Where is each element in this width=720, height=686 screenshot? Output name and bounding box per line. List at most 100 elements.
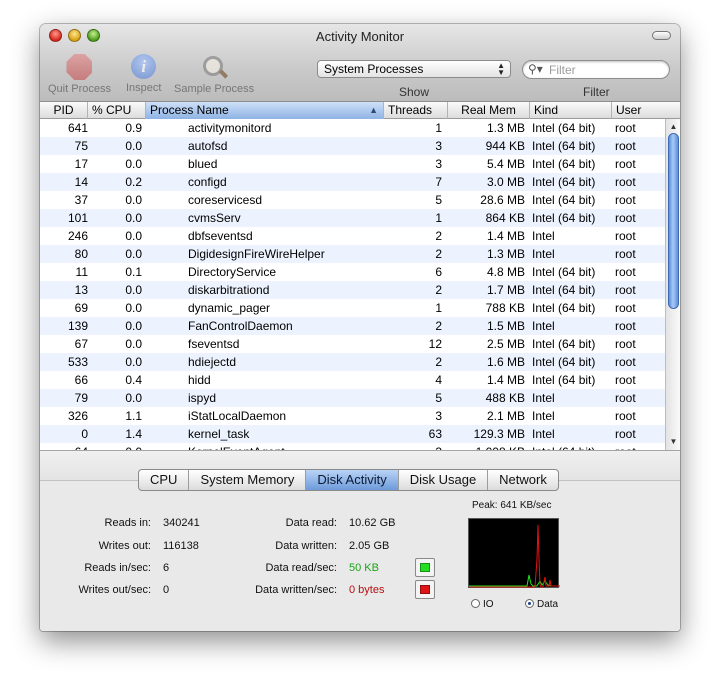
scroll-thumb[interactable]: [668, 133, 679, 309]
data-radio-icon[interactable]: [525, 599, 534, 608]
cell-mem: 5.4 MB: [486, 157, 525, 171]
column-header-real-mem[interactable]: Real Mem: [448, 102, 530, 119]
cell-mem: 1.7 MB: [486, 283, 525, 297]
cell-mem: 1.5 MB: [486, 319, 525, 333]
table-row[interactable]: 80 0.0 DigidesignFireWireHelper 2 1.3 MB Inte…: [40, 245, 665, 263]
read-color-swatch[interactable]: [415, 558, 435, 577]
table-row[interactable]: 14 0.2 configd 7 3.0 MB Intel (64 bit) root: [40, 173, 665, 191]
cell-cpu: 0.0: [125, 391, 142, 405]
table-row[interactable]: 17 0.0 blued 3 5.4 MB Intel (64 bit) root: [40, 155, 665, 173]
cell-cpu: 0.0: [125, 139, 142, 153]
sample-process-label: Sample Process: [174, 83, 255, 95]
toolbar-toggle-button[interactable]: [652, 31, 671, 40]
data-read-label: Data read:: [285, 517, 337, 529]
search-icon: ⚲▾: [528, 62, 543, 76]
cell-mem: 788 KB: [485, 301, 525, 315]
cell-cpu: 0.0: [88, 443, 142, 450]
table-row[interactable]: 0 1.4 kernel_task 63 129.3 MB Intel root: [40, 425, 665, 443]
cell-cpu: 0.1: [125, 265, 142, 279]
table-row[interactable]: 79 0.0 ispyd 5 488 KB Intel root: [40, 389, 665, 407]
table-row[interactable]: 11 0.1 DirectoryService 6 4.8 MB Intel (64 bi…: [40, 263, 665, 281]
filter-search-field[interactable]: ⚲▾: [522, 60, 670, 79]
cell-user: root: [615, 427, 636, 441]
table-row[interactable]: 67 0.0 fseventsd 12 2.5 MB Intel (64 bit) root: [40, 335, 665, 353]
table-row[interactable]: 641 0.9 activitymonitord 1 1.3 MB Intel (64 b…: [40, 119, 665, 137]
column-header-user[interactable]: User: [612, 102, 680, 119]
cell-kind: Intel (64 bit): [532, 337, 596, 351]
tab-disk-usage[interactable]: Disk Usage: [399, 470, 489, 490]
cell-kind: Intel (64 bit): [532, 265, 596, 279]
cell-mem: 1.6 MB: [486, 355, 525, 369]
column-header-process-name[interactable]: Process Name ▲: [146, 102, 384, 119]
column-header-threads[interactable]: Threads: [384, 102, 448, 119]
cell-user: root: [615, 265, 636, 279]
cell-pid: 66: [74, 373, 88, 387]
process-table-scrollbar[interactable]: ▲ ▼: [665, 119, 680, 450]
cell-user: root: [615, 121, 636, 135]
quit-process-button[interactable]: Quit Process: [48, 54, 111, 95]
table-row[interactable]: 101 0.0 cvmsServ 1 864 KB Intel (64 bit) root: [40, 209, 665, 227]
data-written-label: Data written:: [275, 540, 337, 552]
magnifying-glass-icon: [200, 54, 229, 80]
data-radio-option[interactable]: Data: [525, 599, 558, 610]
sample-process-button[interactable]: Sample Process: [174, 54, 254, 95]
tab-cpu[interactable]: CPU: [139, 470, 190, 490]
column-header-pid[interactable]: PID: [40, 102, 88, 119]
filter-label: Filter: [583, 85, 610, 99]
write-color-chip: [420, 585, 430, 594]
column-header-cpu[interactable]: % CPU: [88, 102, 146, 119]
table-row[interactable]: 246 0.0 dbfseventsd 2 1.4 MB Intel root: [40, 227, 665, 245]
io-radio-option[interactable]: IO: [471, 599, 494, 610]
info-tabs: CPU System Memory Disk Activity Disk Usage N…: [138, 469, 559, 491]
filter-input[interactable]: [549, 62, 661, 77]
tab-disk-activity[interactable]: Disk Activity: [306, 470, 399, 490]
inspect-button[interactable]: i Inspect: [126, 54, 161, 94]
show-label: Show: [399, 85, 430, 99]
cell-cpu: 0.0: [125, 247, 142, 261]
io-radio-icon[interactable]: [471, 599, 480, 608]
data-written-per-sec-label: Data written/sec:: [255, 584, 337, 596]
cell-cpu: 0.0: [125, 301, 142, 315]
table-row[interactable]: 66 0.4 hidd 4 1.4 MB Intel (64 bit) root: [40, 371, 665, 389]
cell-pid: 139: [67, 319, 88, 333]
table-row[interactable]: 75 0.0 autofsd 3 944 KB Intel (64 bit) root: [40, 137, 665, 155]
cell-name: autofsd: [188, 139, 228, 153]
data-written-value: 2.05 GB: [349, 540, 390, 552]
scroll-down-arrow-icon[interactable]: ▼: [666, 435, 680, 449]
cell-pid: 326: [67, 409, 88, 423]
data-read-per-sec-value: 50 KB: [349, 562, 379, 574]
table-row[interactable]: 13 0.0 diskarbitrationd 2 1.7 MB Intel (64 bi…: [40, 281, 665, 299]
table-row[interactable]: 640.0 KernelEventAgent 3 1,008 KB Intel (64 …: [40, 443, 665, 450]
tab-system-memory[interactable]: System Memory: [189, 470, 307, 490]
tab-network[interactable]: Network: [488, 470, 558, 490]
scroll-up-arrow-icon[interactable]: ▲: [666, 120, 680, 134]
table-row[interactable]: 37 0.0 coreservicesd 5 28.6 MB Intel (64 bit)…: [40, 191, 665, 209]
show-select-value: System Processes: [324, 62, 424, 76]
cell-name: activitymonitord: [188, 121, 272, 135]
table-row[interactable]: 326 1.1 iStatLocalDaemon 3 2.1 MB Intel root: [40, 407, 665, 425]
peak-rate-label: Peak: 641 KB/sec: [472, 500, 552, 511]
table-row[interactable]: 69 0.0 dynamic_pager 1 788 KB Intel (64 bit) r…: [40, 299, 665, 317]
cell-name: hidd: [188, 373, 211, 387]
table-row[interactable]: 139 0.0 FanControlDaemon 2 1.5 MB Intel root: [40, 317, 665, 335]
cell-pid: 69: [74, 301, 88, 315]
writes-out-value: 116138: [163, 540, 199, 552]
cell-threads: 4: [435, 373, 442, 387]
show-processes-select[interactable]: System Processes ▲ ▼: [317, 60, 511, 78]
cell-threads: 5: [435, 391, 442, 405]
cell-kind: Intel: [532, 391, 555, 405]
table-row[interactable]: 533 0.0 hdiejectd 2 1.6 MB Intel (64 bit) root: [40, 353, 665, 371]
cell-user: root: [615, 409, 636, 423]
write-color-swatch[interactable]: [415, 580, 435, 599]
column-header-kind[interactable]: Kind: [530, 102, 612, 119]
cell-user: root: [615, 301, 636, 315]
cell-user: root: [615, 391, 636, 405]
window-title: Activity Monitor: [315, 29, 405, 44]
cell-name: DirectoryService: [188, 265, 277, 279]
inspect-label: Inspect: [126, 82, 162, 94]
cell-kind: Intel (64 bit): [532, 301, 596, 315]
io-radio-label: IO: [483, 599, 494, 610]
cell-user: root: [615, 319, 636, 333]
cell-kind: Intel (64 bit): [532, 175, 596, 189]
cell-kind: Intel (64 bit): [532, 121, 596, 135]
